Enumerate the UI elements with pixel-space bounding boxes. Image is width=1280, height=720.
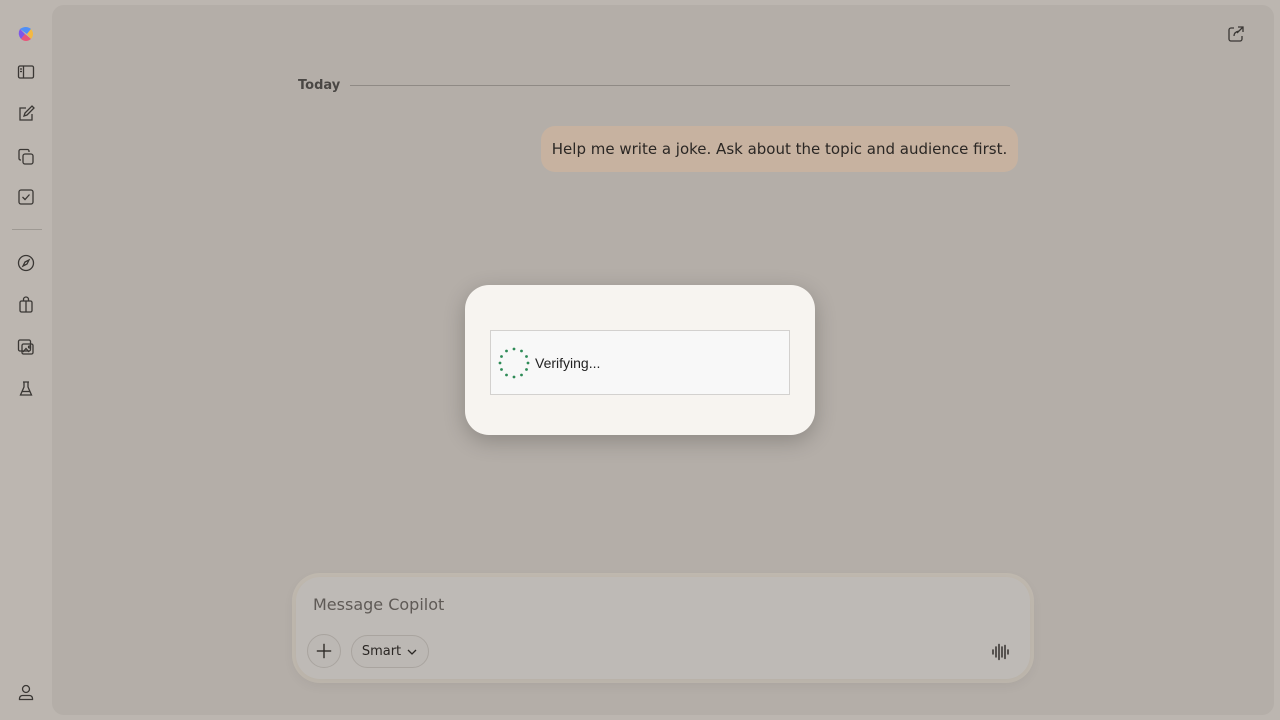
sidebar-toggle-icon[interactable] (14, 60, 38, 84)
verification-widget[interactable]: Verifying... (490, 330, 790, 395)
date-divider-line (350, 84, 1010, 86)
message-composer: Smart (296, 577, 1030, 679)
date-separator: Today (298, 76, 1010, 94)
share-icon[interactable] (1224, 22, 1248, 46)
profile-icon[interactable] (14, 680, 38, 704)
loading-spinner-icon (498, 347, 530, 378)
new-chat-icon[interactable] (14, 102, 38, 126)
mode-selector-button[interactable]: Smart (351, 635, 429, 668)
shopping-icon[interactable] (14, 293, 38, 317)
message-input[interactable] (313, 591, 963, 617)
copilot-logo-icon[interactable] (14, 22, 38, 46)
imagine-icon[interactable] (14, 335, 38, 359)
date-label: Today (298, 77, 341, 93)
add-attachment-button[interactable] (307, 634, 341, 668)
labs-icon[interactable] (14, 377, 38, 401)
sidebar (0, 0, 52, 720)
discover-icon[interactable] (14, 251, 38, 275)
user-message-bubble: Help me write a joke. Ask about the topi… (541, 126, 1018, 172)
voice-icon[interactable] (988, 640, 1012, 664)
sidebar-divider (12, 229, 42, 230)
mode-label: Smart (361, 644, 402, 659)
tasks-icon[interactable] (14, 185, 38, 209)
pages-icon[interactable] (14, 145, 38, 169)
verification-dialog: Verifying... (465, 285, 815, 435)
verification-status: Verifying... (535, 354, 601, 371)
plus-icon (316, 643, 332, 659)
chevron-down-icon (407, 649, 417, 655)
